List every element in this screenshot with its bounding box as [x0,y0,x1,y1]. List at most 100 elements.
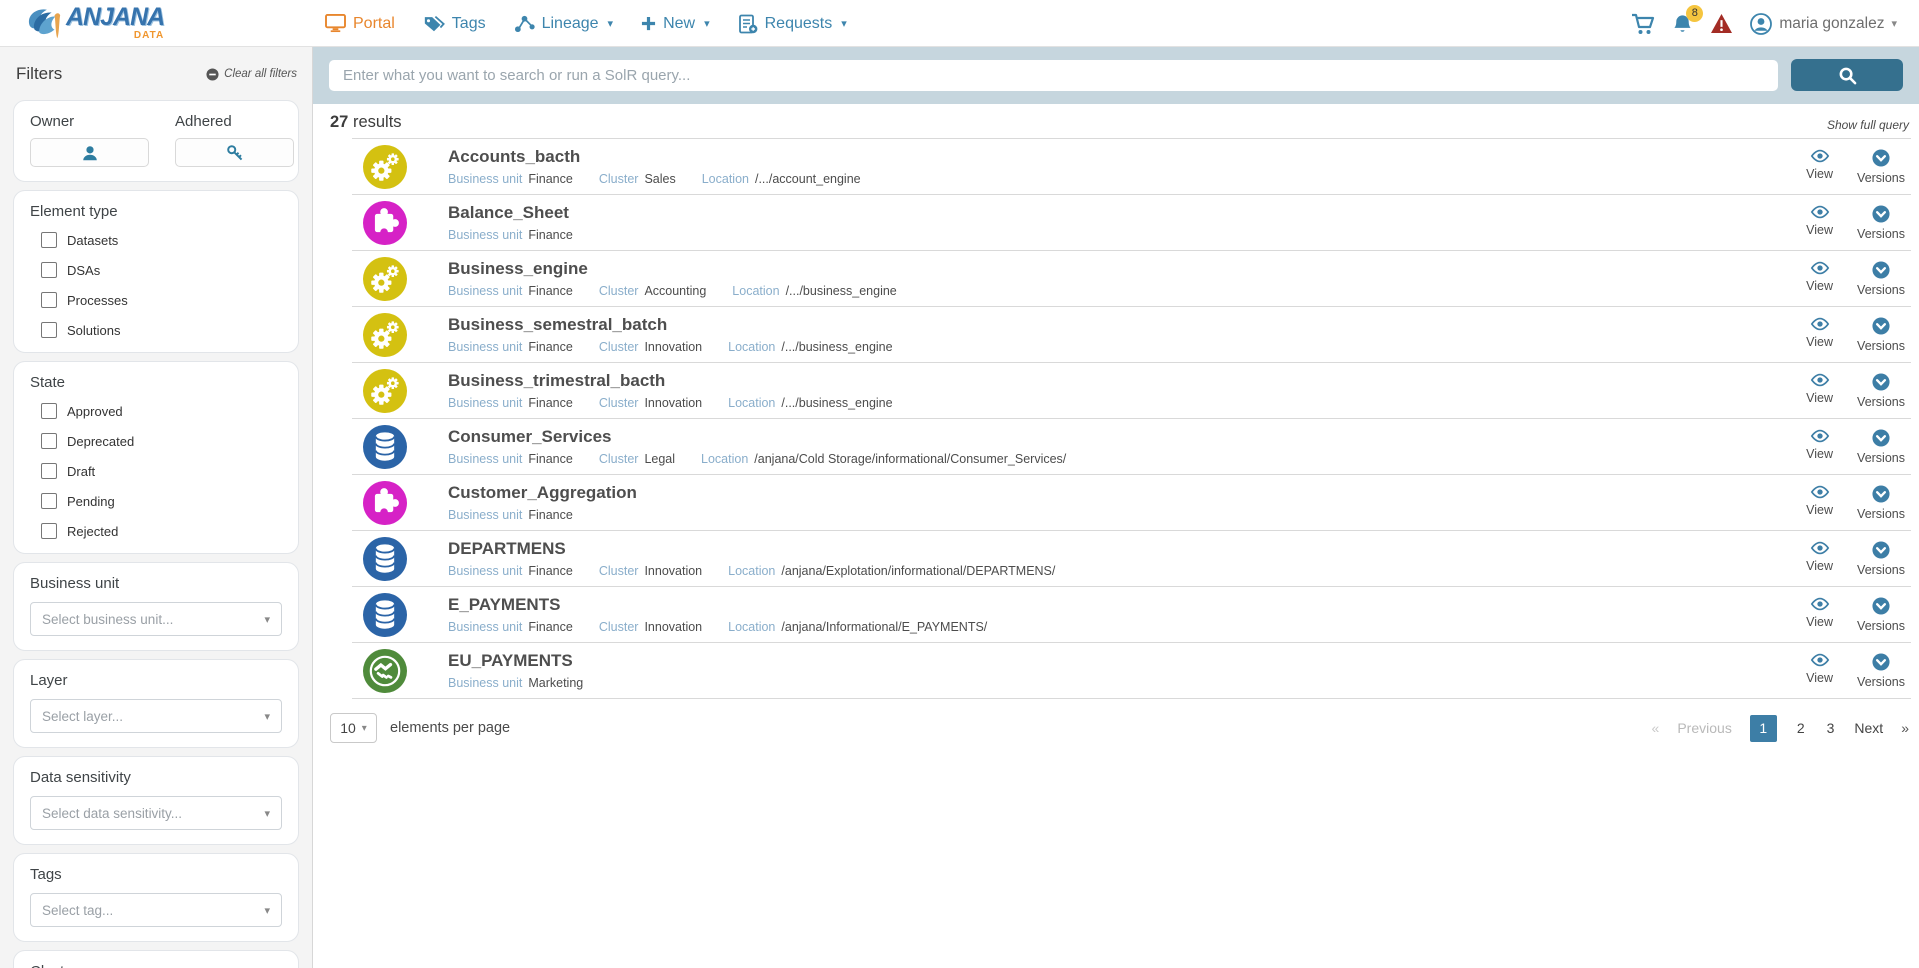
search-button[interactable] [1791,59,1903,91]
versions-button[interactable]: Versions [1857,205,1905,241]
business-unit-select[interactable]: Select business unit... [30,602,282,636]
business-unit-label[interactable]: Business unit [448,284,522,298]
business-unit-label[interactable]: Business unit [448,396,522,410]
checkbox-option-processes[interactable]: Processes [41,292,282,308]
cluster-label[interactable]: Cluster [599,284,639,298]
versions-button[interactable]: Versions [1857,485,1905,521]
nav-requests[interactable]: Requests [738,14,847,34]
view-button[interactable]: View [1806,149,1833,185]
versions-button[interactable]: Versions [1857,429,1905,465]
business-unit-label[interactable]: Business unit [448,676,522,690]
nav-lineage[interactable]: Lineage [514,14,613,33]
business-unit-label[interactable]: Business unit [448,452,522,466]
page-button-2[interactable]: 2 [1795,720,1807,736]
notifications-button[interactable]: 8 [1672,13,1693,35]
versions-button[interactable]: Versions [1857,149,1905,185]
search-input[interactable] [329,60,1778,91]
previous-page-button[interactable]: Previous [1677,720,1731,736]
versions-button[interactable]: Versions [1857,317,1905,353]
business-unit-label[interactable]: Business unit [448,508,522,522]
versions-button[interactable]: Versions [1857,653,1905,689]
result-title[interactable]: DEPARTMENS [448,539,1055,559]
state-checkbox[interactable] [41,463,57,479]
warning-icon[interactable] [1710,13,1733,34]
last-page-arrow[interactable]: » [1901,720,1909,736]
checkbox-option-deprecated[interactable]: Deprecated [41,433,282,449]
location-label[interactable]: Location [728,620,775,634]
cluster-label[interactable]: Cluster [599,564,639,578]
first-page-arrow[interactable]: « [1652,720,1660,736]
result-title[interactable]: Accounts_bacth [448,147,861,167]
versions-button[interactable]: Versions [1857,597,1905,633]
layer-select[interactable]: Select layer... [30,699,282,733]
location-label[interactable]: Location [732,284,779,298]
business-unit-label[interactable]: Business unit [448,172,522,186]
versions-button[interactable]: Versions [1857,541,1905,577]
checkbox-option-pending[interactable]: Pending [41,493,282,509]
cluster-label[interactable]: Cluster [599,396,639,410]
view-button[interactable]: View [1806,261,1833,297]
location-label[interactable]: Location [728,340,775,354]
nav-portal[interactable]: Portal [325,14,395,33]
result-title[interactable]: E_PAYMENTS [448,595,987,615]
view-button[interactable]: View [1806,485,1833,521]
element-type-checkbox[interactable] [41,322,57,338]
show-full-query-link[interactable]: Show full query [1827,118,1909,132]
checkbox-option-dsas[interactable]: DSAs [41,262,282,278]
owner-filter-button[interactable] [30,138,149,167]
result-title[interactable]: Business_semestral_batch [448,315,893,335]
tags-select[interactable]: Select tag... [30,893,282,927]
element-type-checkbox[interactable] [41,262,57,278]
checkbox-option-datasets[interactable]: Datasets [41,232,282,248]
checkbox-option-draft[interactable]: Draft [41,463,282,479]
clear-all-filters-link[interactable]: Clear all filters [206,68,297,81]
location-label[interactable]: Location [728,396,775,410]
cluster-label[interactable]: Cluster [599,172,639,186]
nav-new[interactable]: New [641,15,710,33]
view-button[interactable]: View [1806,653,1833,689]
result-title[interactable]: Balance_Sheet [448,203,573,223]
element-type-checkbox[interactable] [41,232,57,248]
location-label[interactable]: Location [728,564,775,578]
checkbox-option-solutions[interactable]: Solutions [41,322,282,338]
view-button[interactable]: View [1806,205,1833,241]
view-button[interactable]: View [1806,317,1833,353]
page-button-1[interactable]: 1 [1750,715,1777,742]
business-unit-label[interactable]: Business unit [448,228,522,242]
view-button[interactable]: View [1806,541,1833,577]
page-button-3[interactable]: 3 [1825,720,1837,736]
next-page-button[interactable]: Next [1854,720,1883,736]
versions-button[interactable]: Versions [1857,373,1905,409]
checkbox-option-approved[interactable]: Approved [41,403,282,419]
cart-icon[interactable] [1631,13,1655,35]
versions-button[interactable]: Versions [1857,261,1905,297]
result-title[interactable]: Business_trimestral_bacth [448,371,893,391]
state-checkbox[interactable] [41,523,57,539]
location-label[interactable]: Location [701,452,748,466]
result-title[interactable]: Consumer_Services [448,427,1066,447]
view-button[interactable]: View [1806,597,1833,633]
per-page-select[interactable]: 10 [330,713,377,743]
cluster-label[interactable]: Cluster [599,452,639,466]
user-menu[interactable]: maria gonzalez [1750,13,1897,35]
cluster-label[interactable]: Cluster [599,340,639,354]
result-title[interactable]: EU_PAYMENTS [448,651,583,671]
checkbox-option-rejected[interactable]: Rejected [41,523,282,539]
view-button[interactable]: View [1806,373,1833,409]
business-unit-label[interactable]: Business unit [448,340,522,354]
state-checkbox[interactable] [41,493,57,509]
cluster-label[interactable]: Cluster [599,620,639,634]
business-unit-label[interactable]: Business unit [448,620,522,634]
adhered-filter-button[interactable] [175,138,294,167]
business-unit-label[interactable]: Business unit [448,564,522,578]
nav-tags[interactable]: Tags [423,14,486,33]
location-label[interactable]: Location [702,172,749,186]
view-button[interactable]: View [1806,429,1833,465]
data-sensitivity-select[interactable]: Select data sensitivity... [30,796,282,830]
state-checkbox[interactable] [41,403,57,419]
result-title[interactable]: Business_engine [448,259,897,279]
result-title[interactable]: Customer_Aggregation [448,483,637,503]
app-logo[interactable]: ANJANA DATA [26,3,164,43]
element-type-checkbox[interactable] [41,292,57,308]
state-checkbox[interactable] [41,433,57,449]
